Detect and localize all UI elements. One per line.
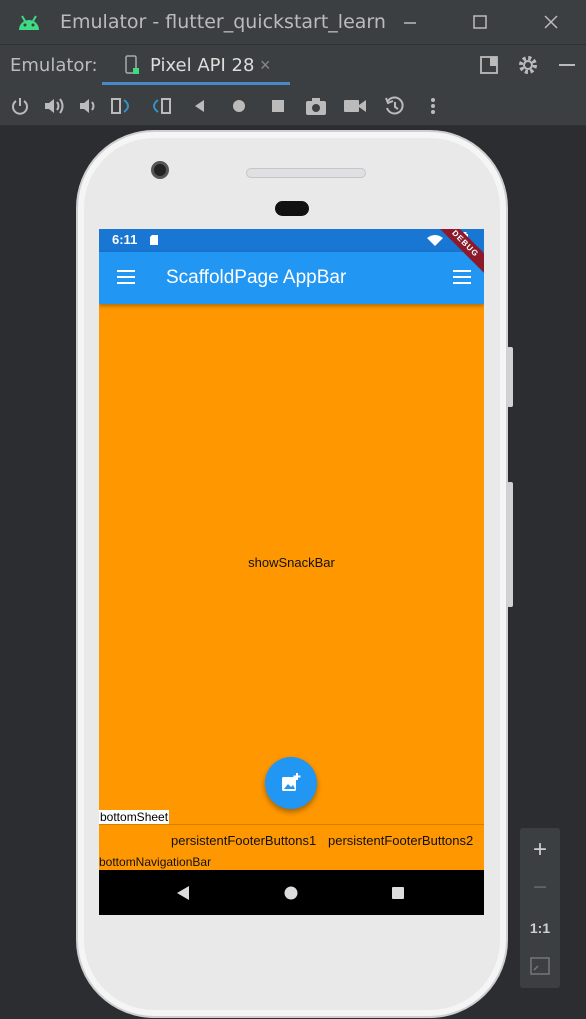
emulator-label: Emulator: (10, 55, 98, 76)
zoom-in-button[interactable]: + (520, 832, 560, 868)
app-bar-title: ScaffoldPage AppBar (166, 267, 347, 288)
tab-pixel-api-28[interactable]: Pixel API 28 × (102, 45, 290, 87)
tab-label: Pixel API 28 (150, 55, 255, 76)
emulator-tool-window-header: Emulator: Pixel API 28 × (0, 44, 586, 86)
window-title: Emulator - flutter_quickstart_learn (60, 11, 386, 33)
zoom-controls: + − 1:1 (520, 828, 560, 988)
volume-down-icon[interactable] (76, 94, 100, 118)
status-time: 6:11 (112, 232, 138, 247)
hide-icon[interactable] (552, 51, 582, 79)
earpiece-speaker (246, 168, 366, 178)
nav-back-icon[interactable] (176, 885, 190, 901)
zoom-actual-size-button[interactable]: 1:1 (520, 910, 560, 946)
home-icon[interactable] (227, 94, 251, 118)
system-navigation-bar (99, 870, 484, 915)
proximity-sensor (275, 201, 309, 216)
settings-icon[interactable] (513, 51, 543, 79)
fit-screen-icon[interactable] (520, 948, 560, 984)
floating-action-button[interactable] (265, 757, 317, 809)
more-icon[interactable] (421, 94, 445, 118)
zoom-out-button[interactable]: − (520, 870, 560, 906)
front-camera (151, 161, 169, 179)
end-drawer-menu-icon[interactable] (453, 270, 471, 284)
phone-volume-button[interactable] (507, 482, 513, 607)
maximize-icon[interactable] (465, 8, 495, 36)
bottom-navigation-bar: bottomNavigationBar (99, 855, 212, 869)
back-icon[interactable] (188, 94, 212, 118)
screenshot-icon[interactable] (304, 94, 328, 118)
app-bar: ScaffoldPage AppBar (99, 252, 484, 304)
screen-record-icon[interactable] (343, 94, 367, 118)
menu-icon[interactable] (117, 270, 135, 284)
device-icon (125, 55, 139, 74)
minimize-icon[interactable] (395, 8, 425, 36)
overview-icon[interactable] (266, 94, 290, 118)
footer-button-2[interactable]: persistentFooterButtons2 (328, 833, 473, 848)
wifi-icon (427, 235, 443, 246)
emulator-toolbar (0, 86, 586, 126)
close-icon[interactable] (536, 8, 566, 36)
nav-home-icon[interactable] (284, 886, 298, 900)
volume-up-icon[interactable] (42, 94, 66, 118)
power-icon[interactable] (8, 94, 32, 118)
sd-card-icon (150, 235, 158, 245)
nav-overview-icon[interactable] (391, 886, 405, 900)
rotate-right-icon[interactable] (148, 94, 172, 118)
footer-button-1[interactable]: persistentFooterButtons1 (171, 833, 316, 848)
device-screen: 6:11 ScaffoldPage AppBar DEBUG showSnack… (99, 229, 484, 915)
bottom-sheet: bottomSheet (99, 810, 170, 824)
snapshot-icon[interactable] (383, 94, 407, 118)
tab-close-icon[interactable]: × (260, 55, 271, 76)
tab-active-indicator (102, 82, 290, 85)
add-photo-icon (282, 773, 301, 791)
android-icon (19, 15, 39, 30)
phone-power-button[interactable] (507, 347, 513, 407)
rotate-left-icon[interactable] (110, 94, 134, 118)
window-title-bar: Emulator - flutter_quickstart_learn (0, 0, 586, 44)
status-bar: 6:11 (99, 229, 484, 252)
restore-layout-icon[interactable] (474, 51, 504, 79)
body-text[interactable]: showSnackBar (99, 555, 484, 570)
